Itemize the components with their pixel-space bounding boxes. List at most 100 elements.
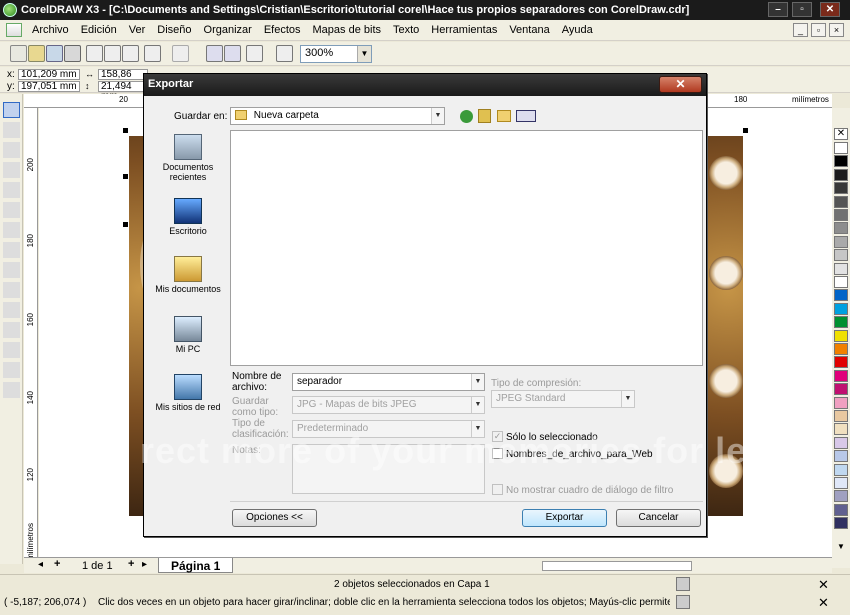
color-swatch[interactable]: [834, 195, 848, 208]
options-button[interactable]: Opciones <<: [232, 509, 317, 527]
export-button[interactable]: Exportar: [522, 509, 607, 527]
color-swatch[interactable]: [834, 209, 848, 221]
chevron-down-icon[interactable]: ▼: [471, 374, 484, 390]
color-swatch[interactable]: [834, 289, 848, 302]
chevron-down-icon[interactable]: ▼: [621, 391, 634, 407]
color-swatch[interactable]: [834, 316, 848, 329]
export-icon[interactable]: [224, 45, 241, 62]
place-my-computer[interactable]: Mi PC: [150, 316, 226, 354]
place-desktop[interactable]: Escritorio: [150, 198, 226, 236]
selection-handle[interactable]: [123, 222, 128, 227]
fill-tool-icon[interactable]: [3, 382, 20, 398]
new-folder-icon[interactable]: [497, 110, 511, 122]
print-icon[interactable]: [64, 45, 81, 62]
color-swatch[interactable]: [834, 182, 848, 195]
color-swatch[interactable]: [834, 249, 848, 262]
welcome-screen-icon[interactable]: [276, 45, 293, 62]
color-swatch[interactable]: [834, 423, 848, 436]
color-swatch[interactable]: [834, 450, 848, 463]
color-swatch[interactable]: [834, 302, 848, 315]
cut-icon[interactable]: [86, 45, 103, 62]
import-icon[interactable]: [206, 45, 223, 62]
color-swatch[interactable]: [834, 343, 848, 355]
menu-ventana[interactable]: Ventana: [503, 24, 555, 36]
cancel-button[interactable]: Cancelar: [616, 509, 701, 527]
back-icon[interactable]: [460, 110, 473, 123]
application-launcher-icon[interactable]: [246, 45, 263, 62]
fill-indicator-icon[interactable]: [676, 577, 690, 591]
doc-minimize-button[interactable]: _: [793, 23, 808, 37]
interactive-blend-tool-icon[interactable]: [3, 322, 20, 338]
chevron-down-icon[interactable]: ▼: [357, 46, 371, 62]
shape-tool-icon[interactable]: [3, 122, 20, 138]
copy-icon[interactable]: [104, 45, 121, 62]
first-page-icon[interactable]: ◂: [38, 559, 43, 570]
view-menu-icon[interactable]: [516, 110, 536, 122]
color-swatch[interactable]: [834, 383, 848, 396]
last-page-icon[interactable]: ▸: [142, 559, 147, 570]
file-list[interactable]: [230, 130, 703, 366]
color-swatch[interactable]: [834, 155, 848, 168]
sort-type-combo[interactable]: Predeterminado ▼: [292, 420, 485, 438]
color-swatch[interactable]: [834, 329, 848, 342]
outline-tool-icon[interactable]: [3, 362, 20, 378]
color-swatch[interactable]: [834, 369, 848, 382]
document-icon[interactable]: [6, 23, 22, 37]
zoom-level-combo[interactable]: 300% ▼: [300, 45, 372, 63]
place-recent-documents[interactable]: Documentos recientes: [150, 134, 226, 182]
color-swatch[interactable]: [834, 490, 848, 503]
chevron-down-icon[interactable]: ▼: [471, 397, 484, 413]
color-swatch[interactable]: [834, 410, 848, 422]
color-swatch[interactable]: [834, 517, 848, 530]
color-swatch[interactable]: [834, 356, 848, 369]
save-icon[interactable]: [46, 45, 63, 62]
color-swatch[interactable]: [834, 396, 848, 409]
close-button[interactable]: ✕: [820, 2, 840, 17]
zoom-tool-icon[interactable]: [3, 162, 20, 178]
text-tool-icon[interactable]: [3, 302, 20, 318]
freehand-tool-icon[interactable]: [3, 182, 20, 198]
no-color-swatch[interactable]: ✕: [834, 128, 848, 140]
menu-ver[interactable]: Ver: [123, 24, 152, 36]
only-selected-checkbox[interactable]: ✓: [492, 431, 503, 442]
color-swatch[interactable]: [834, 222, 848, 235]
page-tab[interactable]: Página 1: [158, 558, 234, 573]
color-swatch[interactable]: [834, 262, 848, 275]
no-filter-dialog-checkbox[interactable]: [492, 484, 503, 495]
color-swatch[interactable]: [834, 463, 848, 476]
menu-organizar[interactable]: Organizar: [198, 24, 258, 36]
place-network[interactable]: Mis sitios de red: [150, 374, 226, 412]
paste-icon[interactable]: [122, 45, 139, 62]
menu-edicion[interactable]: Edición: [75, 24, 123, 36]
maximize-button[interactable]: ▫: [792, 2, 812, 17]
add-page-after-icon[interactable]: +: [128, 558, 134, 570]
chevron-down-icon[interactable]: ▼: [431, 108, 444, 124]
menu-archivo[interactable]: Archivo: [26, 24, 75, 36]
height-field[interactable]: 21,494 mm: [98, 81, 148, 102]
width-field[interactable]: 158,86 mm: [98, 69, 148, 90]
menu-ayuda[interactable]: Ayuda: [556, 24, 599, 36]
selection-handle[interactable]: [123, 174, 128, 179]
redo-icon[interactable]: [172, 45, 189, 62]
up-folder-icon[interactable]: [478, 109, 491, 123]
horizontal-scrollbar[interactable]: [542, 561, 692, 571]
smart-fill-tool-icon[interactable]: [3, 202, 20, 218]
menu-texto[interactable]: Texto: [387, 24, 425, 36]
new-icon[interactable]: [10, 45, 27, 62]
polygon-tool-icon[interactable]: [3, 262, 20, 278]
color-swatch[interactable]: [834, 503, 848, 516]
menu-diseno[interactable]: Diseño: [151, 24, 197, 36]
outline-indicator-icon[interactable]: [676, 595, 690, 609]
doc-restore-button[interactable]: ▫: [811, 23, 826, 37]
web-filenames-checkbox[interactable]: [492, 448, 503, 459]
menu-efectos[interactable]: Efectos: [258, 24, 307, 36]
doc-close-button[interactable]: ×: [829, 23, 844, 37]
undo-icon[interactable]: [144, 45, 161, 62]
color-swatch[interactable]: [834, 477, 848, 489]
palette-scroll-down-icon[interactable]: ▼: [834, 542, 848, 552]
eyedropper-tool-icon[interactable]: [3, 342, 20, 358]
rectangle-tool-icon[interactable]: [3, 222, 20, 238]
place-my-documents[interactable]: Mis documentos: [150, 256, 226, 294]
selection-handle[interactable]: [123, 128, 128, 133]
dialog-close-button[interactable]: ✕: [659, 76, 702, 93]
